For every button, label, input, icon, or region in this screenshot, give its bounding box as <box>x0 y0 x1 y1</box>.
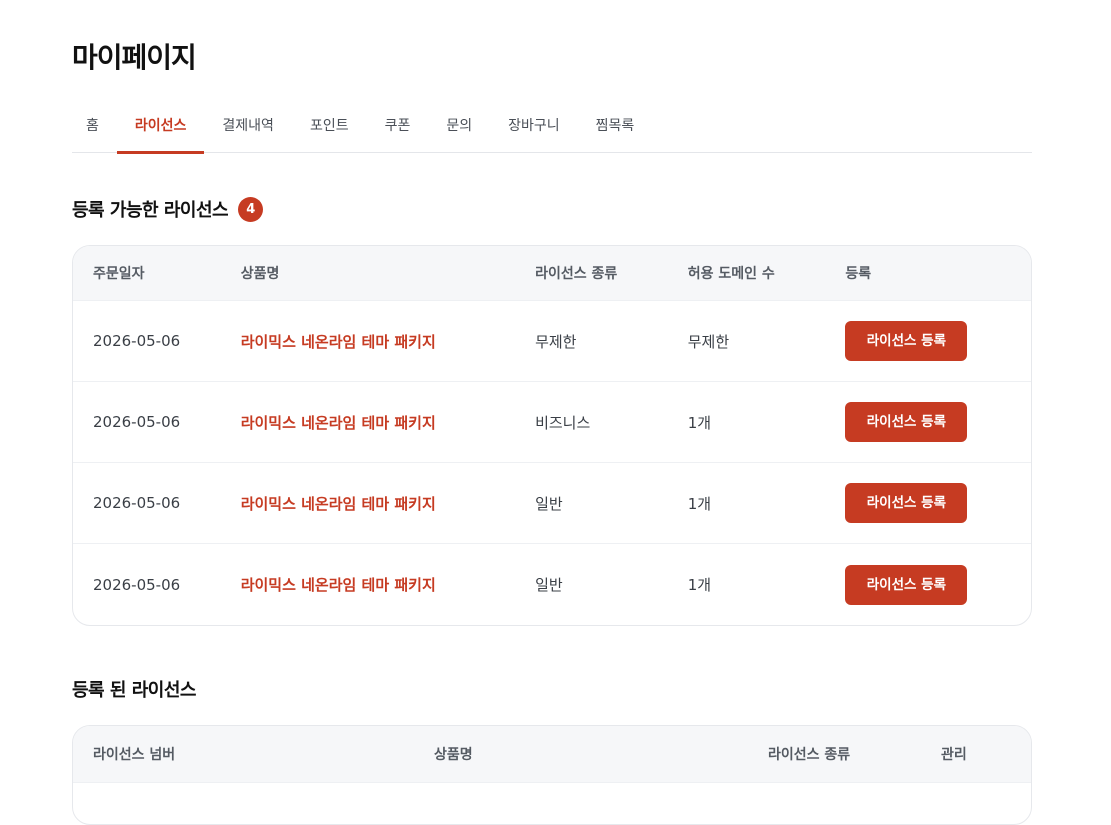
tab-wishlist[interactable]: 찜목록 <box>578 104 653 153</box>
register-license-button[interactable]: 라이선스 등록 <box>845 564 968 605</box>
table-row: 2026-05-06 라이믹스 네온라임 테마 패키지 비즈니스 1개 라이선스… <box>73 382 1031 463</box>
header-register: 등록 <box>845 266 872 282</box>
register-license-button[interactable]: 라이선스 등록 <box>845 321 968 361</box>
register-license-button[interactable]: 라이선스 등록 <box>845 402 968 442</box>
table-row: 2026-05-06 라이믹스 네온라임 테마 패키지 일반 1개 라이선스 등… <box>73 544 1031 625</box>
allowed-domains: 1개 <box>687 494 712 513</box>
header-order-date: 주문일자 <box>93 266 145 282</box>
product-link[interactable]: 라이믹스 네온라임 테마 패키지 <box>241 412 535 433</box>
tab-cart[interactable]: 장바구니 <box>490 104 578 153</box>
page-title: 마이페이지 <box>72 41 197 74</box>
order-date: 2026-05-06 <box>93 413 181 431</box>
license-type: 비즈니스 <box>535 413 591 432</box>
header-license-number: 라이선스 넘버 <box>93 747 176 763</box>
order-date: 2026-05-06 <box>93 332 181 350</box>
register-license-button[interactable]: 라이선스 등록 <box>845 483 968 523</box>
tab-points[interactable]: 포인트 <box>292 104 367 153</box>
product-link[interactable]: 라이믹스 네온라임 테마 패키지 <box>241 331 535 352</box>
available-licenses-label: 등록 가능한 라이선스 <box>72 200 229 221</box>
order-date: 2026-05-06 <box>93 575 181 594</box>
product-link[interactable]: 라이믹스 네온라임 테마 패키지 <box>241 574 535 595</box>
table-header: 주문일자 상품명 라이선스 종류 허용 도메인 수 등록 <box>73 246 1031 301</box>
allowed-domains: 1개 <box>687 413 712 432</box>
registered-licenses-label: 등록 된 라이선스 <box>72 680 196 701</box>
tab-coupons[interactable]: 쿠폰 <box>367 104 429 153</box>
table-header: 라이선스 넘버 상품명 라이선스 종류 관리 <box>73 726 1031 783</box>
header-product: 상품명 <box>434 747 473 763</box>
license-type: 일반 <box>535 494 563 513</box>
allowed-domains: 1개 <box>687 576 712 594</box>
table-row: 2026-05-06 라이믹스 네온라임 테마 패키지 무제한 무제한 라이선스… <box>73 301 1031 382</box>
header-license-type: 라이선스 종류 <box>768 747 851 763</box>
header-domains: 허용 도메인 수 <box>687 266 775 282</box>
tab-payments[interactable]: 결제내역 <box>204 104 292 153</box>
header-license-type: 라이선스 종류 <box>535 266 618 282</box>
tab-home[interactable]: 홈 <box>72 104 117 153</box>
allowed-domains: 무제한 <box>687 332 730 351</box>
license-type: 무제한 <box>535 332 577 351</box>
registered-licenses-table: 라이선스 넘버 상품명 라이선스 종류 관리 <box>72 725 1032 825</box>
registered-licenses-title: 등록 된 라이선스 <box>72 676 196 702</box>
order-date: 2026-05-06 <box>93 494 181 512</box>
table-row: 2026-05-06 라이믹스 네온라임 테마 패키지 일반 1개 라이선스 등… <box>73 463 1031 544</box>
tab-license[interactable]: 라이선스 <box>116 104 205 154</box>
license-type: 일반 <box>535 576 563 594</box>
available-licenses-title: 등록 가능한 라이선스 4 <box>72 196 264 222</box>
header-manage: 관리 <box>941 747 967 763</box>
header-product: 상품명 <box>240 266 280 282</box>
product-link[interactable]: 라이믹스 네온라임 테마 패키지 <box>241 493 535 514</box>
available-licenses-table: 주문일자 상품명 라이선스 종류 허용 도메인 수 등록 2026-05-06 … <box>72 245 1032 626</box>
mypage-tabs: 홈 라이선스 결제내역 포인트 쿠폰 문의 장바구니 찜목록 <box>72 104 1032 154</box>
available-count-badge: 4 <box>238 196 264 222</box>
tab-inquiries[interactable]: 문의 <box>428 104 490 153</box>
